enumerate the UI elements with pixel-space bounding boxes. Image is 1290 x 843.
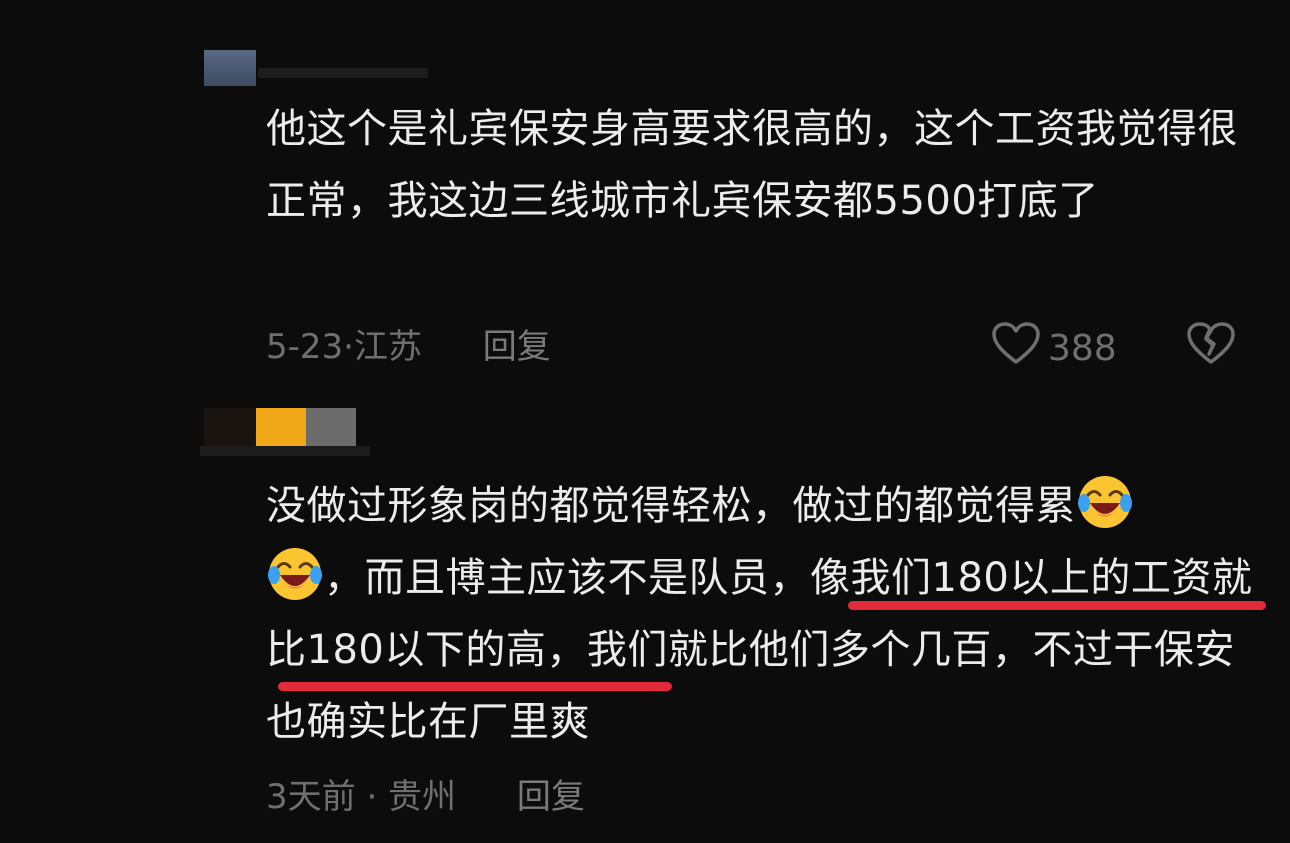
comment-text: 没做过形象岗的都觉得轻松，做过的都觉得累 ，而且博主应该不是队员，像我们180以… [266, 470, 1256, 758]
username-redacted [200, 446, 370, 456]
like-count: 388 [1048, 328, 1117, 369]
laughing-crying-emoji-icon [266, 545, 324, 603]
date-location: 5-23·江苏 [266, 327, 422, 367]
comment-meta: 3天前 · 贵州 回复 [266, 777, 585, 817]
broken-heart-icon[interactable] [1186, 322, 1235, 375]
reply-button[interactable]: 回复 [483, 327, 551, 367]
text-part-2: ，而且博主应该不是队员， [324, 555, 810, 601]
like-group: 388 [992, 322, 1235, 375]
comment-meta: 5-23·江苏 回复 [266, 327, 551, 367]
highlight-underline-1 [848, 601, 1266, 610]
avatar[interactable] [204, 50, 256, 86]
text-part-1: 没做过形象岗的都觉得轻松，做过的都觉得累 [266, 483, 1076, 529]
heart-outline-icon[interactable] [992, 322, 1040, 375]
username-redacted [258, 68, 428, 78]
reply-button[interactable]: 回复 [517, 777, 585, 817]
date-location: 3天前 · 贵州 [266, 777, 457, 817]
laughing-crying-emoji-icon [1076, 473, 1134, 531]
comment-text: 他这个是礼宾保安身高要求很高的，这个工资我觉得很正常，我这边三线城市礼宾保安都5… [266, 106, 1238, 224]
highlight-underline-2 [278, 682, 672, 691]
